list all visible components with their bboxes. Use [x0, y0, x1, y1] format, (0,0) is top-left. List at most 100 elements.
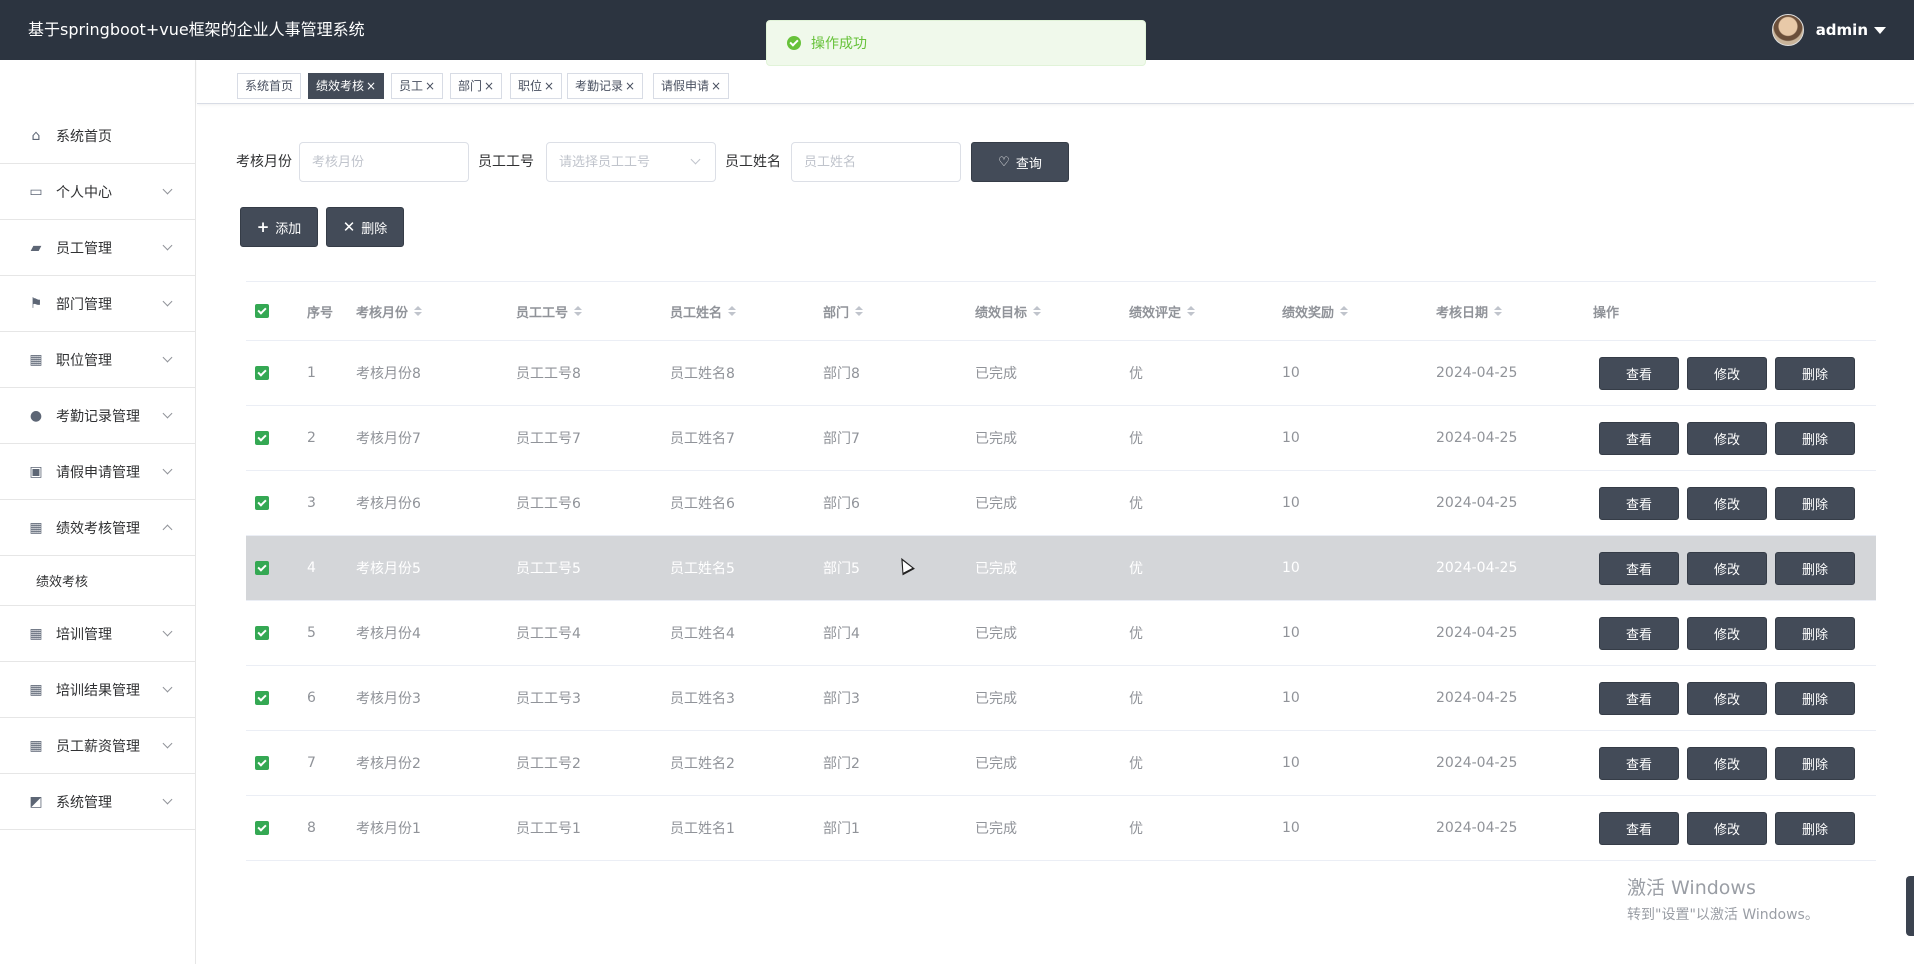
- tab-tag[interactable]: 职位 ×: [510, 73, 563, 99]
- sidebar-item[interactable]: ◩ 系统管理: [0, 774, 195, 830]
- close-icon[interactable]: ×: [366, 79, 376, 93]
- close-icon[interactable]: ×: [625, 79, 635, 93]
- empno-select[interactable]: [546, 142, 716, 182]
- delete-button[interactable]: 删除: [1775, 747, 1855, 780]
- row-checkbox[interactable]: [255, 731, 269, 795]
- sort-icon[interactable]: [1494, 306, 1503, 316]
- view-button[interactable]: 查看: [1599, 552, 1679, 585]
- table-row[interactable]: 1 考核月份8 员工工号8 员工姓名8 部门8 已完成 优 10 2024-04-25 查看 修改删…: [246, 341, 1876, 406]
- tab-tag[interactable]: 绩效考核 ×: [308, 73, 385, 99]
- user-menu[interactable]: admin: [1771, 14, 1886, 46]
- delete-button[interactable]: 删除: [1775, 487, 1855, 520]
- close-icon[interactable]: ×: [544, 79, 554, 93]
- view-button[interactable]: 查看: [1599, 617, 1679, 650]
- checkbox-checked-icon[interactable]: [255, 496, 269, 510]
- edit-button[interactable]: 修改: [1687, 812, 1767, 845]
- checkbox-checked-icon[interactable]: [255, 561, 269, 575]
- row-checkbox[interactable]: [255, 536, 269, 600]
- view-button[interactable]: 查看: [1599, 487, 1679, 520]
- sidebar-item[interactable]: ● 考勤记录管理: [0, 388, 195, 444]
- submenu-item[interactable]: 绩效考核: [0, 556, 195, 606]
- sidebar-item[interactable]: ⚑ 部门管理: [0, 276, 195, 332]
- caret-down-icon[interactable]: [1874, 26, 1886, 34]
- edit-button[interactable]: 修改: [1687, 747, 1767, 780]
- name-input[interactable]: [791, 142, 961, 182]
- checkbox-checked-icon[interactable]: [255, 691, 269, 705]
- close-icon[interactable]: ×: [484, 79, 494, 93]
- sidebar-item[interactable]: ▦ 绩效考核管理: [0, 500, 195, 556]
- column-header[interactable]: 考核日期: [1436, 282, 1503, 340]
- view-button[interactable]: 查看: [1599, 682, 1679, 715]
- tab-tag[interactable]: 部门 ×: [450, 73, 503, 99]
- select-all-checkbox[interactable]: [255, 282, 269, 340]
- edit-button[interactable]: 修改: [1687, 682, 1767, 715]
- sidebar-item[interactable]: ▭ 个人中心: [0, 164, 195, 220]
- table-row[interactable]: 7 考核月份2 员工工号2 员工姓名2 部门2 已完成 优 10 2024-04-25 查看 修改删…: [246, 731, 1876, 796]
- view-button[interactable]: 查看: [1599, 747, 1679, 780]
- add-button[interactable]: + 添加: [240, 207, 318, 247]
- checkbox-checked-icon[interactable]: [255, 431, 269, 445]
- row-checkbox[interactable]: [255, 471, 269, 535]
- sidebar-item[interactable]: ▦ 培训管理: [0, 606, 195, 662]
- sidebar-item[interactable]: ▦ 职位管理: [0, 332, 195, 388]
- edit-button[interactable]: 修改: [1687, 487, 1767, 520]
- sort-icon[interactable]: [414, 306, 423, 316]
- column-header[interactable]: 绩效目标: [975, 282, 1042, 340]
- checkbox-checked-icon[interactable]: [255, 626, 269, 640]
- column-header[interactable]: 员工姓名: [670, 282, 737, 340]
- sidebar-item[interactable]: ⌂ 系统首页: [0, 108, 195, 164]
- checkbox-checked-icon[interactable]: [255, 821, 269, 835]
- table-row[interactable]: 6 考核月份3 员工工号3 员工姓名3 部门3 已完成 优 10 2024-04-25 查看 修改删…: [246, 666, 1876, 731]
- query-button[interactable]: ♡ 查询: [971, 142, 1069, 182]
- sort-icon[interactable]: [728, 306, 737, 316]
- sort-icon[interactable]: [574, 306, 583, 316]
- checkbox-checked-icon[interactable]: [255, 366, 269, 380]
- column-header[interactable]: 绩效评定: [1129, 282, 1196, 340]
- close-icon[interactable]: ×: [425, 79, 435, 93]
- delete-button[interactable]: 删除: [1775, 357, 1855, 390]
- batch-delete-button[interactable]: ✕ 删除: [326, 207, 404, 247]
- sort-icon[interactable]: [1033, 306, 1042, 316]
- view-button[interactable]: 查看: [1599, 812, 1679, 845]
- scrollbar-handle[interactable]: [1906, 876, 1914, 936]
- column-header[interactable]: 考核月份: [356, 282, 423, 340]
- tab-tag[interactable]: 请假申请 ×: [653, 73, 730, 99]
- column-header[interactable]: 部门: [823, 282, 864, 340]
- tab-tag[interactable]: 考勤记录 ×: [567, 73, 644, 99]
- user-name[interactable]: admin: [1816, 21, 1868, 39]
- checkbox-checked-icon[interactable]: [255, 756, 269, 770]
- close-icon[interactable]: ×: [711, 79, 721, 93]
- table-row[interactable]: 4 考核月份5 员工工号5 员工姓名5 部门5 已完成 优 10 2024-04-25 查看 修改删…: [246, 536, 1876, 601]
- row-checkbox[interactable]: [255, 666, 269, 730]
- delete-button[interactable]: 删除: [1775, 617, 1855, 650]
- edit-button[interactable]: 修改: [1687, 552, 1767, 585]
- tab-tag[interactable]: 员工 ×: [391, 73, 444, 99]
- table-row[interactable]: 5 考核月份4 员工工号4 员工姓名4 部门4 已完成 优 10 2024-04-25 查看 修改删…: [246, 601, 1876, 666]
- delete-button[interactable]: 删除: [1775, 552, 1855, 585]
- edit-button[interactable]: 修改: [1687, 357, 1767, 390]
- row-checkbox[interactable]: [255, 406, 269, 470]
- table-row[interactable]: 3 考核月份6 员工工号6 员工姓名6 部门6 已完成 优 10 2024-04-25 查看 修改删…: [246, 471, 1876, 536]
- delete-button[interactable]: 删除: [1775, 422, 1855, 455]
- row-checkbox[interactable]: [255, 796, 269, 860]
- column-header[interactable]: 员工工号: [516, 282, 583, 340]
- view-button[interactable]: 查看: [1599, 422, 1679, 455]
- row-checkbox[interactable]: [255, 341, 269, 405]
- month-input[interactable]: [299, 142, 469, 182]
- sort-icon[interactable]: [1187, 306, 1196, 316]
- sidebar-item[interactable]: ▣ 请假申请管理: [0, 444, 195, 500]
- sidebar-item[interactable]: ▦ 培训结果管理: [0, 662, 195, 718]
- delete-button[interactable]: 删除: [1775, 682, 1855, 715]
- edit-button[interactable]: 修改: [1687, 617, 1767, 650]
- sidebar-item[interactable]: ▰ 员工管理: [0, 220, 195, 276]
- avatar[interactable]: [1771, 14, 1804, 46]
- tab-tag[interactable]: 系统首页: [237, 73, 302, 99]
- view-button[interactable]: 查看: [1599, 357, 1679, 390]
- row-checkbox[interactable]: [255, 601, 269, 665]
- sort-icon[interactable]: [1340, 306, 1349, 316]
- sidebar-item[interactable]: ▦ 员工薪资管理: [0, 718, 195, 774]
- table-row[interactable]: 2 考核月份7 员工工号7 员工姓名7 部门7 已完成 优 10 2024-04-25 查看 修改删…: [246, 406, 1876, 471]
- sort-icon[interactable]: [855, 306, 864, 316]
- checkbox-checked-icon[interactable]: [255, 304, 269, 318]
- table-row[interactable]: 8 考核月份1 员工工号1 员工姓名1 部门1 已完成 优 10 2024-04-25 查看 修改删…: [246, 796, 1876, 861]
